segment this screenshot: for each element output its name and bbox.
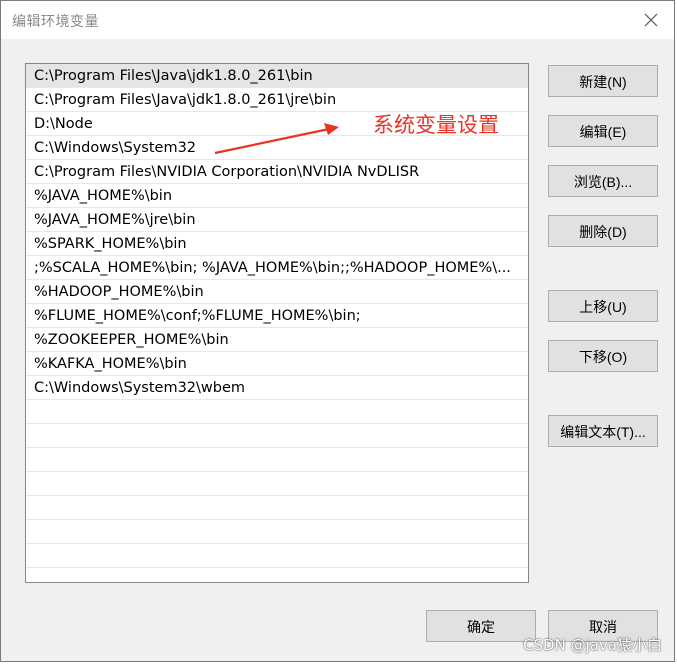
annotation-label: 系统变量设置 <box>373 113 499 137</box>
close-icon <box>644 13 658 27</box>
path-list-item[interactable]: C:\Program Files\Java\jdk1.8.0_261\bin <box>26 64 528 88</box>
path-list-empty-row[interactable] <box>26 544 528 568</box>
path-list-item[interactable]: %JAVA_HOME%\jre\bin <box>26 208 528 232</box>
edit-env-variable-dialog: 编辑环境变量 C:\Program Files\Java\jdk1.8.0_26… <box>0 0 675 662</box>
path-list-item[interactable]: C:\Windows\System32\wbem <box>26 376 528 400</box>
path-list-item[interactable]: ;%SCALA_HOME%\bin; %JAVA_HOME%\bin;;%HAD… <box>26 256 528 280</box>
ok-button[interactable]: 确定 <box>426 610 536 642</box>
path-list-item[interactable]: %JAVA_HOME%\bin <box>26 184 528 208</box>
title-bar: 编辑环境变量 <box>1 1 674 39</box>
path-list-empty-row[interactable] <box>26 520 528 544</box>
path-list-empty-row[interactable] <box>26 568 528 582</box>
close-button[interactable] <box>628 1 674 39</box>
path-list-empty-row[interactable] <box>26 472 528 496</box>
edit-button[interactable]: 编辑(E) <box>548 115 658 147</box>
path-list-item[interactable]: %SPARK_HOME%\bin <box>26 232 528 256</box>
move-down-button[interactable]: 下移(O) <box>548 340 658 372</box>
browse-button[interactable]: 浏览(B)... <box>548 165 658 197</box>
watermark: CSDN @java猿小白 <box>523 636 662 654</box>
path-list-empty-row[interactable] <box>26 424 528 448</box>
window-title: 编辑环境变量 <box>12 14 99 30</box>
arrow-icon <box>214 123 339 155</box>
path-list-item[interactable]: %KAFKA_HOME%\bin <box>26 352 528 376</box>
delete-button[interactable]: 删除(D) <box>548 215 658 247</box>
move-up-button[interactable]: 上移(U) <box>548 290 658 322</box>
path-list-item[interactable]: %FLUME_HOME%\conf;%FLUME_HOME%\bin; <box>26 304 528 328</box>
new-button[interactable]: 新建(N) <box>548 65 658 97</box>
edit-text-button[interactable]: 编辑文本(T)... <box>548 415 658 447</box>
path-list-empty-row[interactable] <box>26 448 528 472</box>
path-list-item[interactable]: %ZOOKEEPER_HOME%\bin <box>26 328 528 352</box>
path-list-item[interactable]: C:\Program Files\NVIDIA Corporation\NVID… <box>26 160 528 184</box>
path-list-item[interactable]: %HADOOP_HOME%\bin <box>26 280 528 304</box>
path-list-empty-row[interactable] <box>26 496 528 520</box>
path-list-empty-row[interactable] <box>26 400 528 424</box>
